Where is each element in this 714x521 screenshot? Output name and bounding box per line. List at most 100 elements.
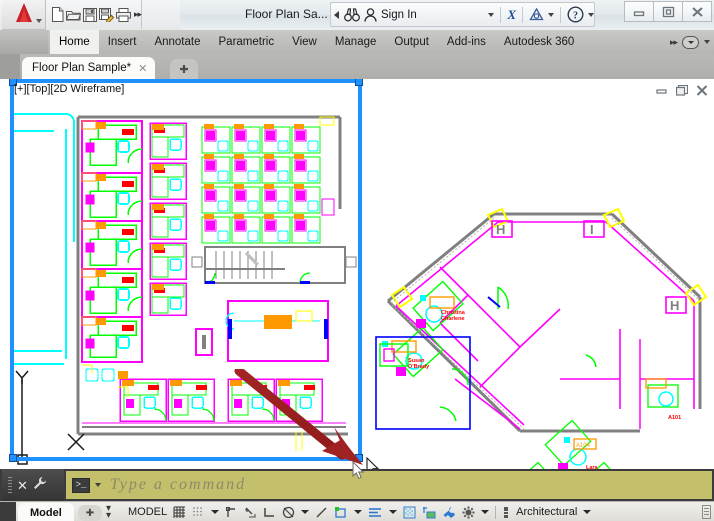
units-label[interactable]: Architectural: [516, 506, 577, 518]
transparency-toggle[interactable]: [334, 506, 348, 519]
infocenter-divider-3: [560, 7, 561, 23]
command-input[interactable]: >_ Type a command: [66, 471, 712, 499]
document-tab-label: Floor Plan Sample*: [32, 62, 131, 74]
floor-plan-drawing: H I H: [0, 79, 714, 469]
tab-home[interactable]: Home: [50, 30, 99, 54]
restore-button[interactable]: [653, 1, 683, 22]
minimize-button[interactable]: [624, 1, 654, 22]
command-area-cursor: [352, 461, 365, 480]
window-controls: [625, 1, 712, 23]
tab-manage[interactable]: Manage: [326, 30, 386, 54]
infocenter-divider: [500, 7, 501, 23]
tab-autodesk-360[interactable]: Autodesk 360: [495, 30, 583, 54]
ortho-mode-toggle[interactable]: [225, 506, 238, 519]
object-snap-toggle[interactable]: [263, 506, 276, 519]
title-bar: ▸▸ Floor Plan Sa... Sign In X ?: [0, 0, 714, 31]
autodesk-exchange-icon[interactable]: X: [507, 7, 516, 23]
annotation-scale-change-toggle[interactable]: [422, 506, 436, 519]
document-tab-left-filler: [0, 54, 20, 79]
viewport-restore-button[interactable]: [674, 84, 689, 97]
polar-tracking-toggle[interactable]: [244, 506, 257, 519]
hardware-acceleration-toggle[interactable]: [462, 506, 475, 519]
help-caret-icon[interactable]: [588, 13, 594, 17]
status-bar-toggles: MODEL: [128, 502, 591, 521]
space-label[interactable]: MODEL: [128, 506, 167, 518]
document-tab-floor-plan-sample[interactable]: Floor Plan Sample* ✕: [22, 57, 155, 79]
svg-text:I: I: [590, 222, 594, 237]
ribbon-minimize-icon[interactable]: [682, 36, 699, 49]
ribbon-overflow-icon[interactable]: ▸▸: [670, 37, 677, 48]
ribbon-left-filler: [0, 30, 48, 54]
hardware-acceleration-dropdown[interactable]: [481, 510, 489, 514]
sign-in-label[interactable]: Sign In: [381, 9, 417, 21]
user-account-icon[interactable]: [364, 8, 377, 22]
close-button[interactable]: [682, 1, 712, 22]
tab-insert[interactable]: Insert: [99, 30, 146, 54]
chevron-double-right-icon[interactable]: ▸▸: [133, 9, 141, 20]
osnap-tracking-toggle[interactable]: [282, 506, 295, 519]
new-file-icon[interactable]: [51, 6, 64, 23]
annotation-visibility-toggle[interactable]: [403, 506, 416, 519]
quick-properties-dropdown[interactable]: [389, 510, 397, 514]
customization-button[interactable]: [702, 505, 711, 519]
plus-icon: ✚: [179, 63, 188, 76]
osnap-dropdown[interactable]: [301, 510, 309, 514]
model-tab[interactable]: Model: [18, 503, 74, 521]
drawing-canvas[interactable]: H I H: [0, 79, 714, 469]
info-center: Sign In X ?: [330, 2, 595, 27]
viewport-minimize-button[interactable]: [654, 84, 669, 97]
infocenter-divider-2: [522, 7, 523, 23]
document-tab-bar: Floor Plan Sample* ✕ ✚: [0, 54, 714, 79]
svg-text:O'Brady: O'Brady: [408, 364, 430, 370]
command-input-placeholder: Type a command: [110, 476, 246, 494]
app-manager-caret-icon[interactable]: [548, 13, 554, 17]
autodesk-app-manager-icon[interactable]: [529, 8, 544, 21]
status-bar: Model ✚ ▾▾ MODEL: [0, 501, 714, 521]
transparency-dropdown[interactable]: [354, 510, 362, 514]
save-icon[interactable]: [83, 6, 97, 23]
isolate-objects-icon[interactable]: [502, 506, 510, 519]
wrench-icon[interactable]: [33, 476, 47, 495]
infocenter-collapse-arrow-icon[interactable]: [334, 11, 339, 19]
ribbon-minimize-caret-icon[interactable]: [704, 40, 710, 44]
add-layout-button[interactable]: ✚: [78, 505, 102, 521]
svg-text:A104: A104: [576, 443, 591, 449]
layout-overflow-icon[interactable]: ▾▾: [106, 505, 111, 519]
snap-dropdown[interactable]: [211, 510, 219, 514]
workspace-switching-toggle[interactable]: [442, 506, 456, 519]
command-line-handle[interactable]: ✕: [2, 469, 64, 501]
close-icon[interactable]: ✕: [138, 62, 147, 75]
lineweight-toggle[interactable]: [315, 506, 328, 519]
command-line-bar: ✕ >_ Type a command: [0, 469, 714, 501]
command-prompt-icon: >_: [72, 478, 90, 493]
binoculars-icon[interactable]: [344, 8, 360, 22]
drag-grip-icon[interactable]: [8, 477, 12, 493]
command-history-caret-icon[interactable]: [95, 483, 101, 487]
svg-text:?: ?: [573, 10, 578, 21]
svg-text:Charlene: Charlene: [441, 316, 465, 322]
tab-add-ins[interactable]: Add-ins: [438, 30, 495, 54]
viewport-label[interactable]: [+][Top][2D Wireframe]: [14, 83, 124, 95]
quick-properties-toggle[interactable]: [368, 506, 383, 519]
tab-parametric[interactable]: Parametric: [210, 30, 284, 54]
tab-view[interactable]: View: [283, 30, 326, 54]
open-folder-icon[interactable]: [66, 6, 81, 23]
viewport-window-controls: [654, 84, 709, 97]
viewport-close-button[interactable]: [694, 84, 709, 97]
svg-text:A101: A101: [668, 415, 681, 421]
quick-access-toolbar: ▸▸: [48, 0, 142, 29]
help-question-icon[interactable]: ?: [567, 6, 584, 23]
close-icon[interactable]: ✕: [17, 479, 28, 492]
sign-in-caret-icon[interactable]: [488, 13, 494, 17]
units-dropdown-caret-icon[interactable]: [583, 510, 591, 514]
new-document-tab-button[interactable]: ✚: [170, 59, 198, 79]
print-icon[interactable]: [116, 6, 131, 23]
tab-output[interactable]: Output: [385, 30, 438, 54]
svg-text:H: H: [670, 298, 679, 313]
status-bar-divider: [495, 506, 496, 519]
save-as-icon[interactable]: [99, 6, 114, 23]
snap-mode-toggle[interactable]: [192, 506, 205, 519]
grid-display-toggle[interactable]: [173, 506, 186, 519]
tab-annotate[interactable]: Annotate: [145, 30, 209, 54]
application-menu-button[interactable]: [2, 0, 46, 30]
